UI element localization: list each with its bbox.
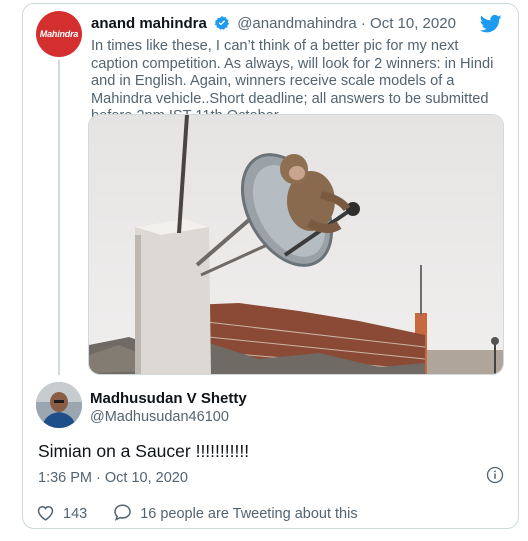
comment-bubble-icon xyxy=(113,503,140,525)
original-display-name[interactable]: anand mahindra xyxy=(91,15,207,32)
mahindra-avatar[interactable]: Mahindra xyxy=(36,11,82,57)
tweeting-about-text: 16 people are Tweeting about this xyxy=(140,506,358,522)
reply-display-name[interactable]: Madhusudan V Shetty xyxy=(90,390,247,407)
tweeting-about-link[interactable]: 16 people are Tweeting about this xyxy=(113,503,358,525)
original-date[interactable]: Oct 10, 2020 xyxy=(370,15,456,32)
reply-tweet-text: Simian on a Saucer !!!!!!!!!!! xyxy=(38,441,250,461)
thread-connector-line xyxy=(58,60,60,375)
heart-icon xyxy=(36,504,63,525)
info-icon[interactable] xyxy=(486,466,504,489)
original-handle[interactable]: @anandmahindra xyxy=(237,15,356,32)
original-tweet-text: In times like these, I can’t think of a … xyxy=(91,38,494,124)
twitter-bird-icon[interactable] xyxy=(479,14,502,39)
verified-badge-icon xyxy=(214,15,230,35)
person-avatar-photo xyxy=(36,382,82,428)
like-button[interactable]: 143 xyxy=(36,504,87,525)
monkey-on-dish-photo xyxy=(89,115,503,374)
tweet-actions: 143 16 people are Tweeting about this xyxy=(36,503,358,525)
like-count: 143 xyxy=(63,506,88,522)
reply-handle[interactable]: @Madhusudan46100 xyxy=(90,409,229,425)
reply-avatar[interactable] xyxy=(36,382,82,428)
original-tweet-header: anand mahindra @anandmahindra · Oct 10, … xyxy=(91,15,456,35)
avatar-logo-text: Mahindra xyxy=(39,29,79,39)
tweet-photo[interactable] xyxy=(88,114,504,375)
reply-timestamp[interactable]: 1:36 PM · Oct 10, 2020 xyxy=(38,470,188,486)
header-separator: · xyxy=(360,15,366,32)
